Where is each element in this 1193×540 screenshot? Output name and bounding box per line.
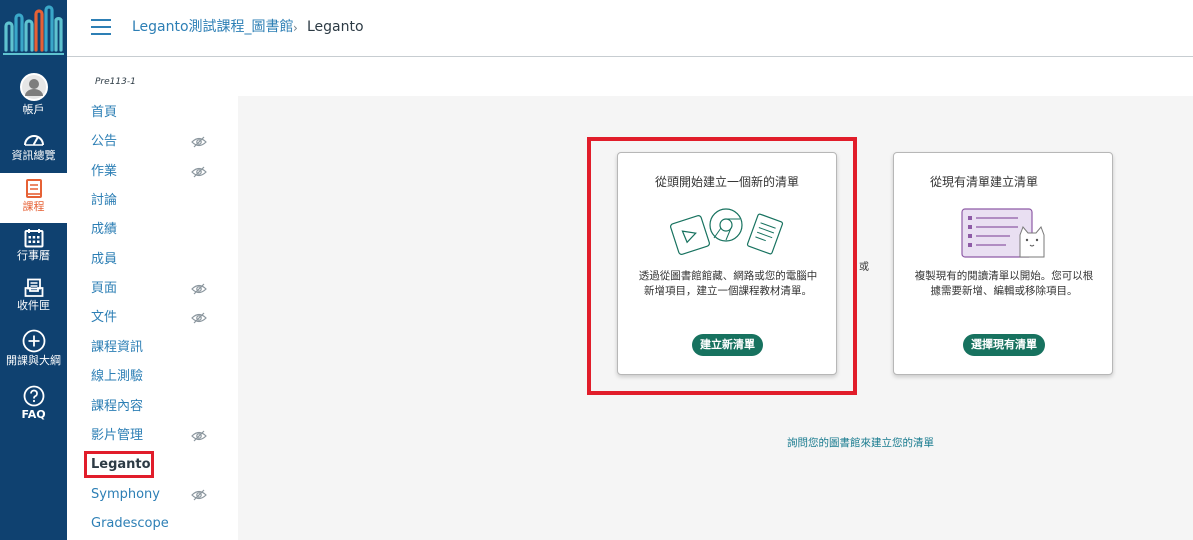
course-nav-item[interactable]: 線上測驗: [91, 366, 221, 388]
global-nav-label: FAQ: [21, 408, 46, 421]
courses-book-icon: [25, 179, 42, 198]
course-nav-item[interactable]: 作業: [91, 161, 221, 183]
hidden-from-students-eye-icon: [191, 489, 207, 501]
inbox-icon: [24, 278, 43, 297]
course-nav-item-label: Gradescope: [91, 516, 169, 531]
course-nav-item[interactable]: 影片管理: [91, 425, 221, 447]
global-nav-dashboard[interactable]: 資訊總覽: [0, 130, 67, 162]
course-nav-item-label: 首頁: [91, 105, 118, 120]
global-nav-label: 資訊總覽: [11, 149, 56, 162]
course-nav-item-label: 成員: [91, 252, 118, 267]
course-term-label: Pre113-1: [95, 77, 136, 87]
global-nav-label: 帳戶: [22, 103, 45, 116]
course-menu-toggle-button[interactable]: [91, 19, 111, 37]
course-nav-item-label: 影片管理: [91, 428, 144, 443]
global-nav-label: 課程: [22, 200, 45, 213]
course-nav-item[interactable]: 文件: [91, 307, 221, 329]
course-nav-item[interactable]: 討論: [91, 190, 221, 212]
global-nav-faq[interactable]: FAQ: [0, 385, 67, 421]
course-nav-item-label: 課程資訊: [91, 340, 144, 355]
course-nav-item[interactable]: 成員: [91, 249, 221, 271]
hidden-from-students-eye-icon: [191, 166, 207, 178]
hidden-from-students-eye-icon: [191, 283, 207, 295]
hamburger-line: [91, 33, 111, 35]
ask-library-link[interactable]: 詢問您的圖書館來建立您的清單: [787, 435, 934, 450]
global-nav-label: 行事曆: [17, 249, 50, 262]
course-nav-item[interactable]: Gradescope: [91, 513, 221, 535]
course-nav-item-label: 線上測驗: [91, 369, 144, 384]
hamburger-line: [91, 26, 111, 28]
course-nav-item-label: 作業: [91, 164, 118, 179]
breadcrumb-current-page: Leganto: [307, 19, 364, 35]
plus-circle-icon: [22, 329, 45, 353]
existing-list-cat-illustration-icon: [961, 208, 1045, 258]
leganto-highlight-box: [84, 451, 154, 478]
question-circle-icon: [23, 385, 44, 407]
hidden-from-students-eye-icon: [191, 312, 207, 324]
course-nav-item-label: 文件: [91, 310, 118, 325]
course-nav-item[interactable]: 首頁: [91, 102, 221, 124]
global-nav-account[interactable]: 帳戶: [0, 72, 67, 116]
course-nav-item[interactable]: 頁面: [91, 278, 221, 300]
course-nav-item[interactable]: 課程內容: [91, 396, 221, 418]
global-nav-course-outline[interactable]: 開課與大綱: [0, 329, 67, 367]
course-nav-item-label: 頁面: [91, 281, 118, 296]
course-nav-item[interactable]: 課程資訊: [91, 337, 221, 359]
card-title: 從現有清單建立清單: [930, 175, 1039, 189]
or-separator-label: 或: [859, 262, 869, 273]
global-nav-inbox[interactable]: 收件匣: [0, 278, 67, 312]
card-description: 複製現有的閱讀清單以開始。您可以根據需要新增、編輯或移除項目。: [914, 270, 1094, 297]
copy-existing-list-card: 從現有清單建立清單 複製現有的閱讀清單以開始。您可以根據需要新增、編輯或移除項目…: [893, 152, 1113, 375]
dashboard-gauge-icon: [23, 135, 44, 146]
hidden-from-students-eye-icon: [191, 136, 207, 148]
breadcrumb-course-link[interactable]: Leganto測試課程_圖書館: [132, 18, 294, 36]
global-nav-label: 開課與大綱: [6, 354, 61, 367]
course-nav-item-label: Symphony: [91, 487, 160, 502]
select-existing-list-button[interactable]: 選擇現有清單: [963, 334, 1045, 356]
course-nav-item-label: 公告: [91, 134, 118, 149]
course-nav-item[interactable]: Symphony: [91, 484, 221, 506]
calendar-icon: [24, 229, 43, 248]
global-nav-courses[interactable]: 課程: [0, 173, 67, 223]
hamburger-line: [91, 19, 111, 21]
global-nav-calendar[interactable]: 行事曆: [0, 228, 67, 262]
global-nav-label: 收件匣: [17, 299, 50, 312]
course-nav-item-label: 討論: [91, 193, 118, 208]
create-new-list-highlight-box: [587, 137, 857, 395]
page-header: Leganto測試課程_圖書館 › Leganto: [67, 0, 1193, 57]
course-nav-item-label: 成績: [91, 222, 118, 237]
course-nav-item-label: 課程內容: [91, 399, 144, 414]
account-avatar-icon: [19, 73, 48, 101]
institution-logo[interactable]: [0, 0, 67, 63]
course-nav-item[interactable]: 成績: [91, 219, 221, 241]
hidden-from-students-eye-icon: [191, 430, 207, 442]
course-nav-item[interactable]: 公告: [91, 131, 221, 153]
global-navigation: 帳戶 資訊總覽 課程 行事曆 收件匣 開課與大綱 FAQ: [0, 0, 67, 540]
breadcrumb-separator: ›: [293, 21, 298, 35]
